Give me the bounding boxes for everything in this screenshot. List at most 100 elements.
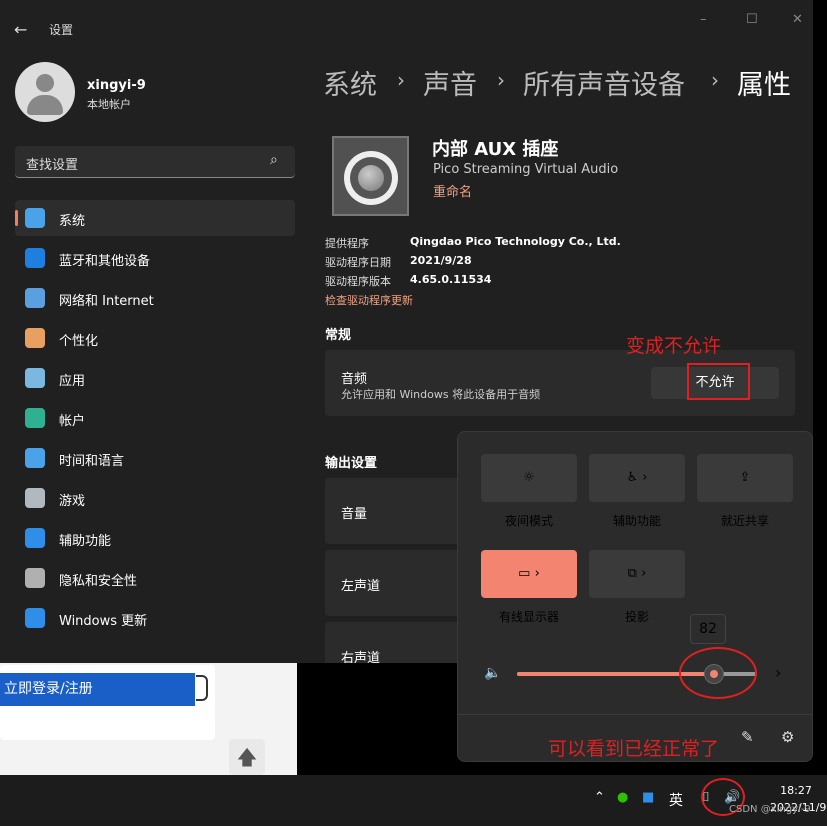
scroll-top-button[interactable]: 🡅 [229,739,265,775]
minimize-button[interactable]: – [700,12,707,27]
sidebar-item-label: Windows 更新 [59,614,148,629]
output-row[interactable]: 左声道 [325,550,465,616]
info-key-provider: 提供程序 [325,237,369,250]
rename-link[interactable]: 重命名 [433,181,472,200]
apps-icon [25,368,45,388]
annotation-circle [679,647,757,699]
nearby-share-tile[interactable]: ⇪ [697,454,793,502]
annotation-box [687,363,750,400]
output-row-label: 左声道 [341,579,381,594]
search-input[interactable]: 查找设置 ⌕ [15,146,295,178]
accessibility-icon: ♿ [626,470,639,485]
chevron-right-icon: › [497,68,505,92]
tile-label: 夜间模式 [504,514,553,528]
app-tray-icon[interactable]: ■ [642,790,654,805]
info-key-date: 驱动程序日期 [325,256,391,269]
sidebar-item-label: 蓝牙和其他设备 [59,254,151,269]
accessibility-icon [25,528,45,548]
annotation-bottom: 可以看到已经正常了 [548,738,720,760]
output-row-label: 右声道 [341,651,381,663]
edit-icon[interactable]: ✎ [741,728,754,746]
user-name: xingyi-9 [87,78,146,93]
sidebar-item-label: 个性化 [59,334,99,349]
annotation-top: 变成不允许 [626,335,722,357]
output-row[interactable]: 音量 [325,478,465,544]
sidebar-item[interactable]: 个性化 [15,320,295,356]
brush-icon [25,328,45,348]
close-button[interactable]: ✕ [792,12,803,27]
sidebar-item[interactable]: 游戏 [15,480,295,516]
project-icon: ⧉ [627,566,637,581]
chevron-right-icon: › [711,68,719,92]
device-name: 内部 AUX 插座 [432,139,559,160]
general-heading: 常规 [325,328,352,343]
page-title: 属性 [737,70,791,101]
sidebar-item-label: 游戏 [59,494,86,509]
device-subtitle: Pico Streaming Virtual Audio [433,162,619,177]
gamepad-icon [25,488,45,508]
breadcrumb-system[interactable]: 系统 [323,63,377,102]
info-value-provider: Qingdao Pico Technology Co., Ltd. [410,235,621,248]
title-bar: ← 设置 – ☐ ✕ [0,0,813,58]
brightness-icon: ☼ [523,470,535,485]
output-row[interactable]: 右声道 [325,622,465,663]
sidebar-item-label: 时间和语言 [59,454,125,469]
sidebar-item-label: 隐私和安全性 [59,574,138,589]
night-mode-tile[interactable]: ☼ [481,454,577,502]
wired-display-tile[interactable]: ▭ › [481,550,577,598]
accessibility-tile[interactable]: ♿ › [589,454,685,502]
maximize-button[interactable]: ☐ [746,12,758,27]
project-tile[interactable]: ⧉ › [589,550,685,598]
ime-indicator[interactable]: 英 [669,790,683,810]
cast-icon: ▭ [518,566,531,581]
settings-icon[interactable]: ⚙ [781,728,794,746]
tile-label: 有线显示器 [498,610,559,624]
clock-globe-icon [25,448,45,468]
volume-tooltip: 82 [690,614,726,644]
watermark: CSDN @xingyi-9 [729,804,811,815]
check-driver-link[interactable]: 检查驱动程序更新 [325,292,413,308]
account-icon [25,408,45,428]
sidebar-item[interactable]: 蓝牙和其他设备 [15,240,295,276]
update-icon [25,608,45,628]
sidebar-item-label: 网络和 Internet [59,294,154,309]
sidebar-item[interactable]: 辅助功能 [15,520,295,556]
shield-icon [25,568,45,588]
sidebar-item[interactable]: 应用 [15,360,295,396]
volume-icon[interactable]: 🔈 [484,665,501,681]
sidebar-item-label: 帐户 [59,414,86,429]
wechat-icon[interactable]: ● [617,790,628,805]
selection-indicator [15,210,18,226]
back-arrow-icon[interactable]: ← [14,20,27,39]
up-arrow-icon: 🡅 [236,745,258,769]
chevron-up-icon[interactable]: ⌃ [594,790,605,805]
tile-label: 辅助功能 [612,514,661,528]
sidebar-item[interactable]: 隐私和安全性 [15,560,295,596]
sidebar-item[interactable]: 帐户 [15,400,295,436]
clock-time: 18:27 [780,784,812,797]
output-row-label: 音量 [341,507,368,522]
sidebar-item[interactable]: Windows 更新 [15,600,295,636]
chevron-right-icon: › [397,68,405,92]
sidebar-item-label: 应用 [59,374,86,389]
info-value-version: 4.65.0.11534 [410,273,492,286]
sidebar-item[interactable]: 网络和 Internet [15,280,295,316]
sidebar-item[interactable]: 系统 [15,200,295,236]
audio-description: 允许应用和 Windows 将此设备用于音频 [341,388,541,401]
avatar[interactable] [15,62,75,122]
speaker-icon [332,136,409,216]
window-title: 设置 [49,23,74,37]
breadcrumb-all-devices[interactable]: 所有声音设备 [523,63,685,102]
sidebar-item-label: 辅助功能 [59,534,112,549]
chevron-right-icon: › [641,566,647,581]
bluetooth-icon [25,248,45,268]
sidebar-item[interactable]: 时间和语言 [15,440,295,476]
breadcrumb-sound[interactable]: 声音 [423,63,477,102]
info-value-date: 2021/9/28 [410,254,472,267]
login-button[interactable]: 立即登录/注册 [0,673,195,706]
tile-label: 投影 [624,610,649,624]
chevron-right-icon[interactable]: › [775,663,781,682]
wifi-icon [25,288,45,308]
monitor-icon [25,208,45,228]
search-icon: ⌕ [270,152,278,168]
